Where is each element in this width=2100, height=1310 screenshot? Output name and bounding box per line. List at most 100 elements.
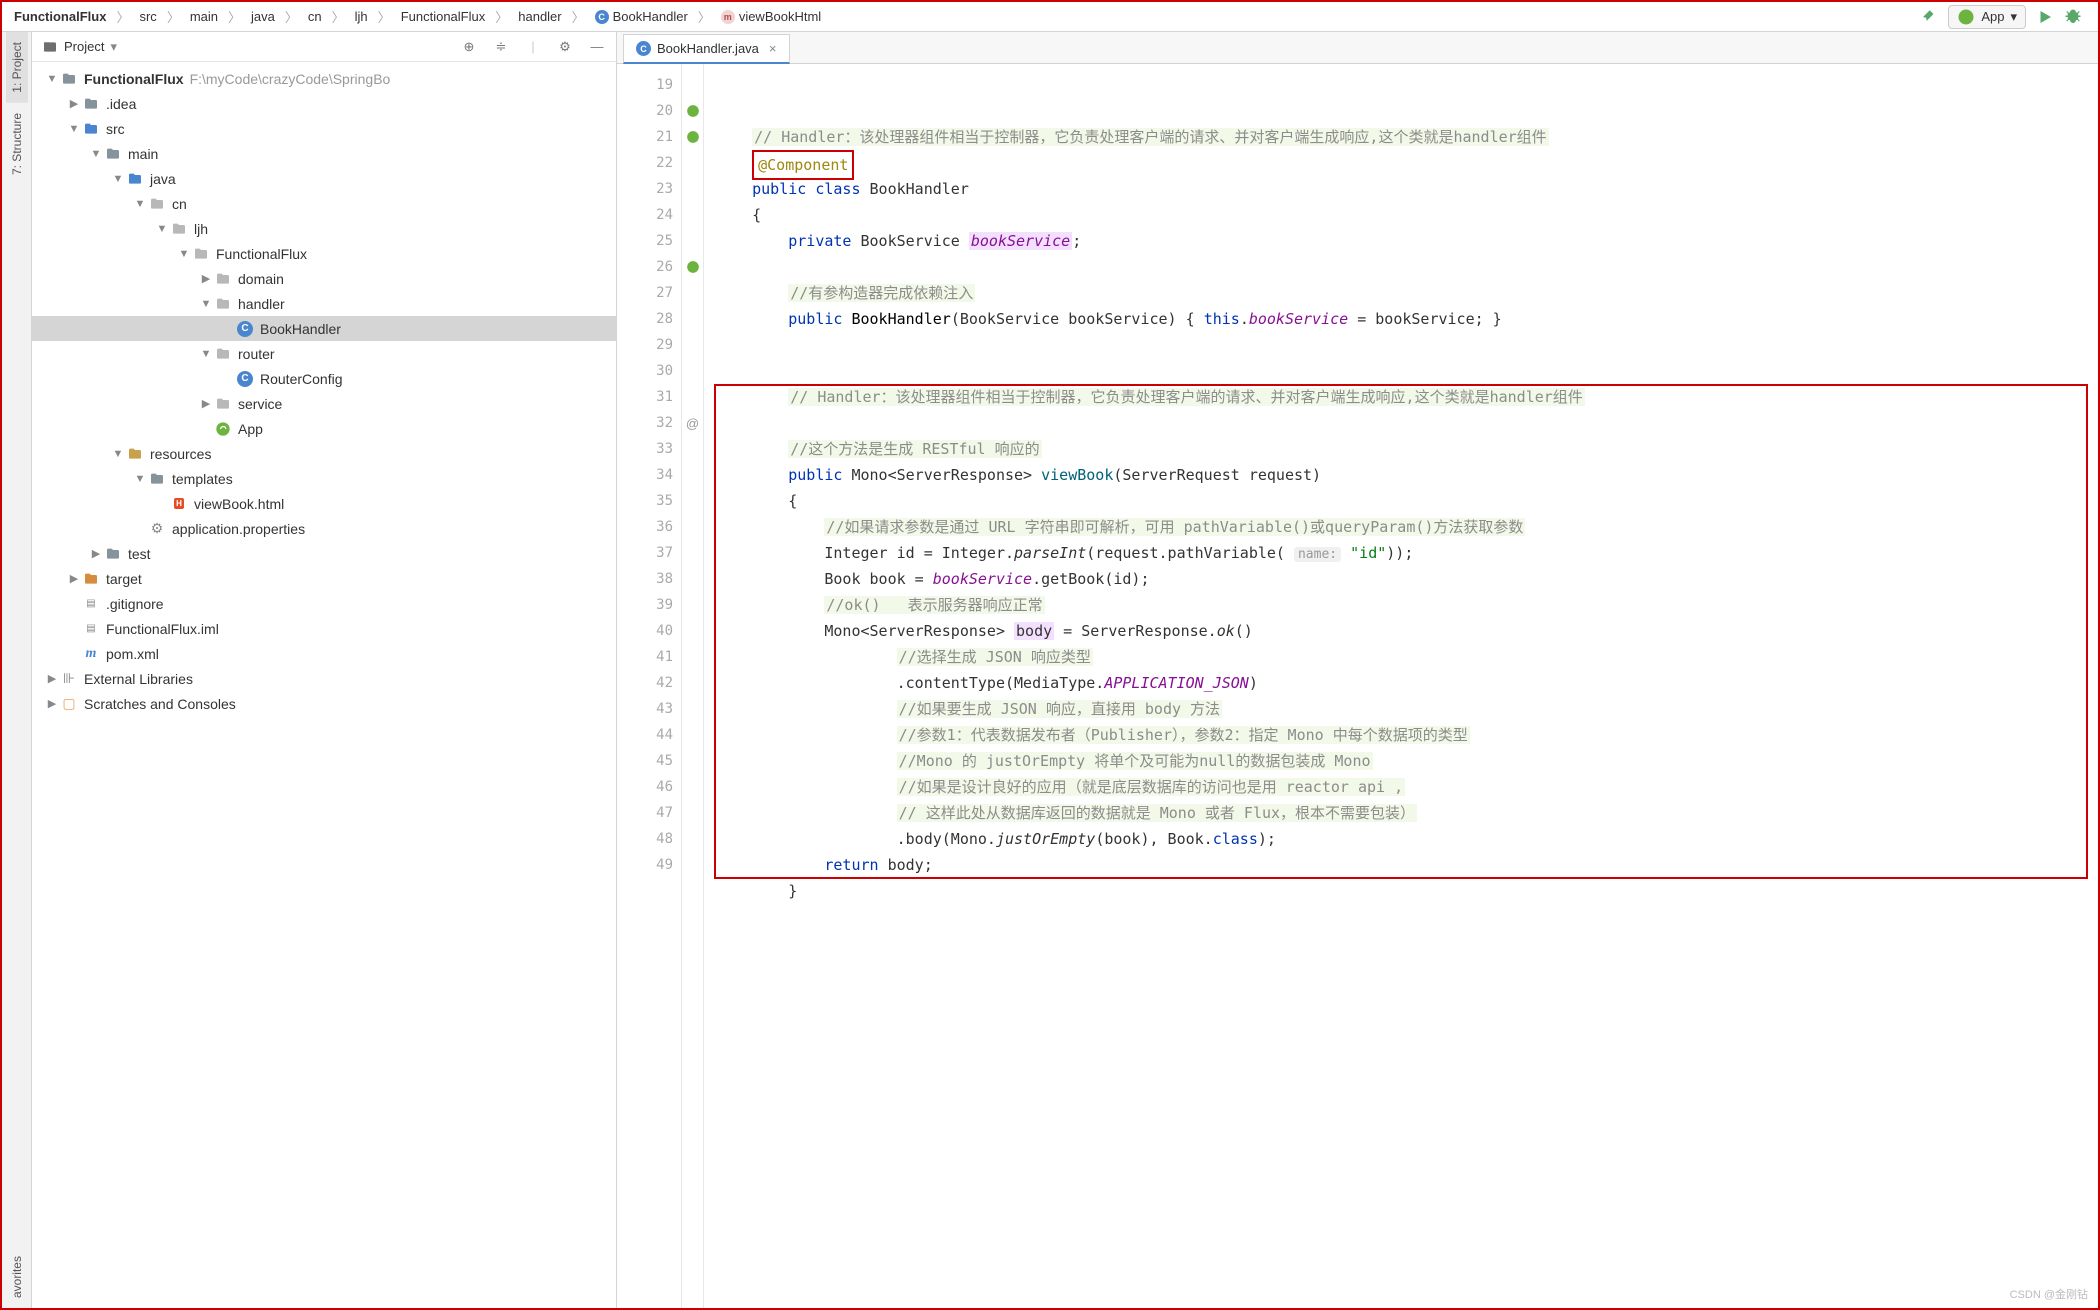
breadcrumb-item[interactable]: mviewBookHtml — [715, 7, 827, 26]
breadcrumb-item[interactable]: ljh — [349, 7, 374, 26]
spring-marker-icon[interactable] — [682, 98, 703, 124]
tree-node[interactable]: ▼handler — [32, 291, 616, 316]
breadcrumb-item[interactable]: java — [245, 7, 281, 26]
tree-node[interactable]: ⚙application.properties — [32, 516, 616, 541]
code-line[interactable]: @Component — [716, 150, 2098, 176]
tree-arrow-icon[interactable]: ▶ — [198, 397, 214, 410]
code-line[interactable]: Book book = bookService.getBook(id); — [716, 566, 2098, 592]
tree-node[interactable]: mpom.xml — [32, 641, 616, 666]
tree-node[interactable]: ▼FunctionalFlux — [32, 241, 616, 266]
code-line[interactable]: public BookHandler(BookService bookServi… — [716, 306, 2098, 332]
structure-tool-tab[interactable]: 7: Structure — [6, 103, 28, 185]
project-tool-tab[interactable]: 1: Project — [6, 32, 28, 103]
build-icon[interactable] — [1920, 8, 1938, 26]
code-line[interactable] — [716, 904, 2098, 930]
code-line[interactable]: //选择生成 JSON 响应类型 — [716, 644, 2098, 670]
tree-node[interactable]: ▼ljh — [32, 216, 616, 241]
tree-node[interactable]: ▼cn — [32, 191, 616, 216]
tree-node[interactable]: ▶target — [32, 566, 616, 591]
code-line[interactable]: .contentType(MediaType.APPLICATION_JSON) — [716, 670, 2098, 696]
breadcrumb-item[interactable]: FunctionalFlux — [395, 7, 492, 26]
code-line[interactable]: //参数1：代表数据发布者（Publisher），参数2：指定 Mono 中每个… — [716, 722, 2098, 748]
tree-node[interactable]: ▼templates — [32, 466, 616, 491]
gear-icon[interactable]: ⚙ — [556, 38, 574, 56]
run-config-dropdown[interactable]: App ▾ — [1948, 5, 2026, 29]
code-line[interactable]: { — [716, 202, 2098, 228]
dropdown-arrow-icon[interactable]: ▾ — [110, 39, 117, 55]
tree-arrow-icon[interactable]: ▼ — [198, 298, 214, 310]
tree-arrow-icon[interactable]: ▶ — [198, 272, 214, 285]
tree-node[interactable]: HviewBook.html — [32, 491, 616, 516]
code-line[interactable]: return body; — [716, 852, 2098, 878]
tree-arrow-icon[interactable]: ▼ — [66, 123, 82, 135]
code-line[interactable]: //Mono 的 justOrEmpty 将单个及可能为null的数据包装成 M… — [716, 748, 2098, 774]
breadcrumb-item[interactable]: cn — [302, 7, 328, 26]
tree-arrow-icon[interactable]: ▶ — [44, 672, 60, 685]
code-line[interactable] — [716, 358, 2098, 384]
code-line[interactable] — [716, 410, 2098, 436]
code-line[interactable]: { — [716, 488, 2098, 514]
tree-arrow-icon[interactable]: ▼ — [154, 223, 170, 235]
tree-node[interactable]: ▼FunctionalFluxF:\myCode\crazyCode\Sprin… — [32, 66, 616, 91]
tree-node[interactable]: ▶.idea — [32, 91, 616, 116]
tree-node[interactable]: ▼resources — [32, 441, 616, 466]
breadcrumb-item[interactable]: src — [133, 7, 162, 26]
code-line[interactable]: //有参构造器完成依赖注入 — [716, 280, 2098, 306]
code-line[interactable]: //如果请求参数是通过 URL 字符串即可解析，可用 pathVariable(… — [716, 514, 2098, 540]
tree-arrow-icon[interactable]: ▼ — [176, 248, 192, 260]
tree-arrow-icon[interactable]: ▼ — [44, 73, 60, 85]
breadcrumb-item[interactable]: FunctionalFlux — [8, 7, 112, 26]
breadcrumb-item[interactable]: CBookHandler — [589, 7, 694, 26]
tree-node[interactable]: App — [32, 416, 616, 441]
code-line[interactable]: //ok() 表示服务器响应正常 — [716, 592, 2098, 618]
tree-node[interactable]: CRouterConfig — [32, 366, 616, 391]
breadcrumb-item[interactable]: main — [184, 7, 224, 26]
code-line[interactable]: } — [716, 878, 2098, 904]
tree-node[interactable]: ▤.gitignore — [32, 591, 616, 616]
hide-icon[interactable]: — — [588, 38, 606, 56]
tree-arrow-icon[interactable]: ▶ — [66, 572, 82, 585]
tree-arrow-icon[interactable]: ▼ — [132, 473, 148, 485]
run-icon[interactable] — [2036, 8, 2054, 26]
tree-arrow-icon[interactable]: ▶ — [44, 697, 60, 710]
code-line[interactable]: Integer id = Integer.parseInt(request.pa… — [716, 540, 2098, 566]
code-line[interactable]: Mono<ServerResponse> body = ServerRespon… — [716, 618, 2098, 644]
tree-arrow-icon[interactable]: ▼ — [198, 348, 214, 360]
locate-icon[interactable]: ⊕ — [460, 38, 478, 56]
spring-marker-icon[interactable] — [682, 254, 703, 280]
tree-node[interactable]: ▶⊪External Libraries — [32, 666, 616, 691]
code-line[interactable]: //这个方法是生成 RESTful 响应的 — [716, 436, 2098, 462]
tree-node[interactable]: ▼java — [32, 166, 616, 191]
code-line[interactable]: // 这样此处从数据库返回的数据就是 Mono 或者 Flux，根本不需要包装） — [716, 800, 2098, 826]
code-line[interactable]: public Mono<ServerResponse> viewBook(Ser… — [716, 462, 2098, 488]
tree-arrow-icon[interactable]: ▼ — [132, 198, 148, 210]
tree-node[interactable]: ▶test — [32, 541, 616, 566]
tree-node[interactable]: ▶▢Scratches and Consoles — [32, 691, 616, 716]
tree-node[interactable]: ▤FunctionalFlux.iml — [32, 616, 616, 641]
spring-marker-icon[interactable] — [682, 124, 703, 150]
tree-node[interactable]: ▼main — [32, 141, 616, 166]
tree-arrow-icon[interactable]: ▼ — [88, 148, 104, 160]
editor-tab-bookhandler[interactable]: C BookHandler.java × — [623, 34, 790, 64]
code-line[interactable] — [716, 254, 2098, 280]
code-line[interactable]: public class BookHandler — [716, 176, 2098, 202]
tree-node[interactable]: ▼router — [32, 341, 616, 366]
code-line[interactable] — [716, 332, 2098, 358]
tree-arrow-icon[interactable]: ▶ — [66, 97, 82, 110]
breadcrumb-item[interactable]: handler — [512, 7, 567, 26]
expand-icon[interactable]: ≑ — [492, 38, 510, 56]
code-line[interactable]: //如果要生成 JSON 响应，直接用 body 方法 — [716, 696, 2098, 722]
favorites-tool-tab[interactable]: avorites — [6, 1246, 28, 1308]
tree-node[interactable]: ▶service — [32, 391, 616, 416]
code-line[interactable]: // Handler：该处理器组件相当于控制器，它负责处理客户端的请求、并对客户… — [716, 384, 2098, 410]
tree-arrow-icon[interactable]: ▼ — [110, 448, 126, 460]
tree-node[interactable]: CBookHandler — [32, 316, 616, 341]
close-icon[interactable]: × — [769, 41, 777, 56]
code-line[interactable]: // Handler：该处理器组件相当于控制器，它负责处理客户端的请求、并对客户… — [716, 124, 2098, 150]
tree-node[interactable]: ▼src — [32, 116, 616, 141]
tree-arrow-icon[interactable]: ▶ — [88, 547, 104, 560]
code-area[interactable]: // Handler：该处理器组件相当于控制器，它负责处理客户端的请求、并对客户… — [704, 64, 2098, 1308]
debug-icon[interactable] — [2064, 8, 2082, 26]
code-line[interactable]: .body(Mono.justOrEmpty(book), Book.class… — [716, 826, 2098, 852]
tree-node[interactable]: ▶domain — [32, 266, 616, 291]
